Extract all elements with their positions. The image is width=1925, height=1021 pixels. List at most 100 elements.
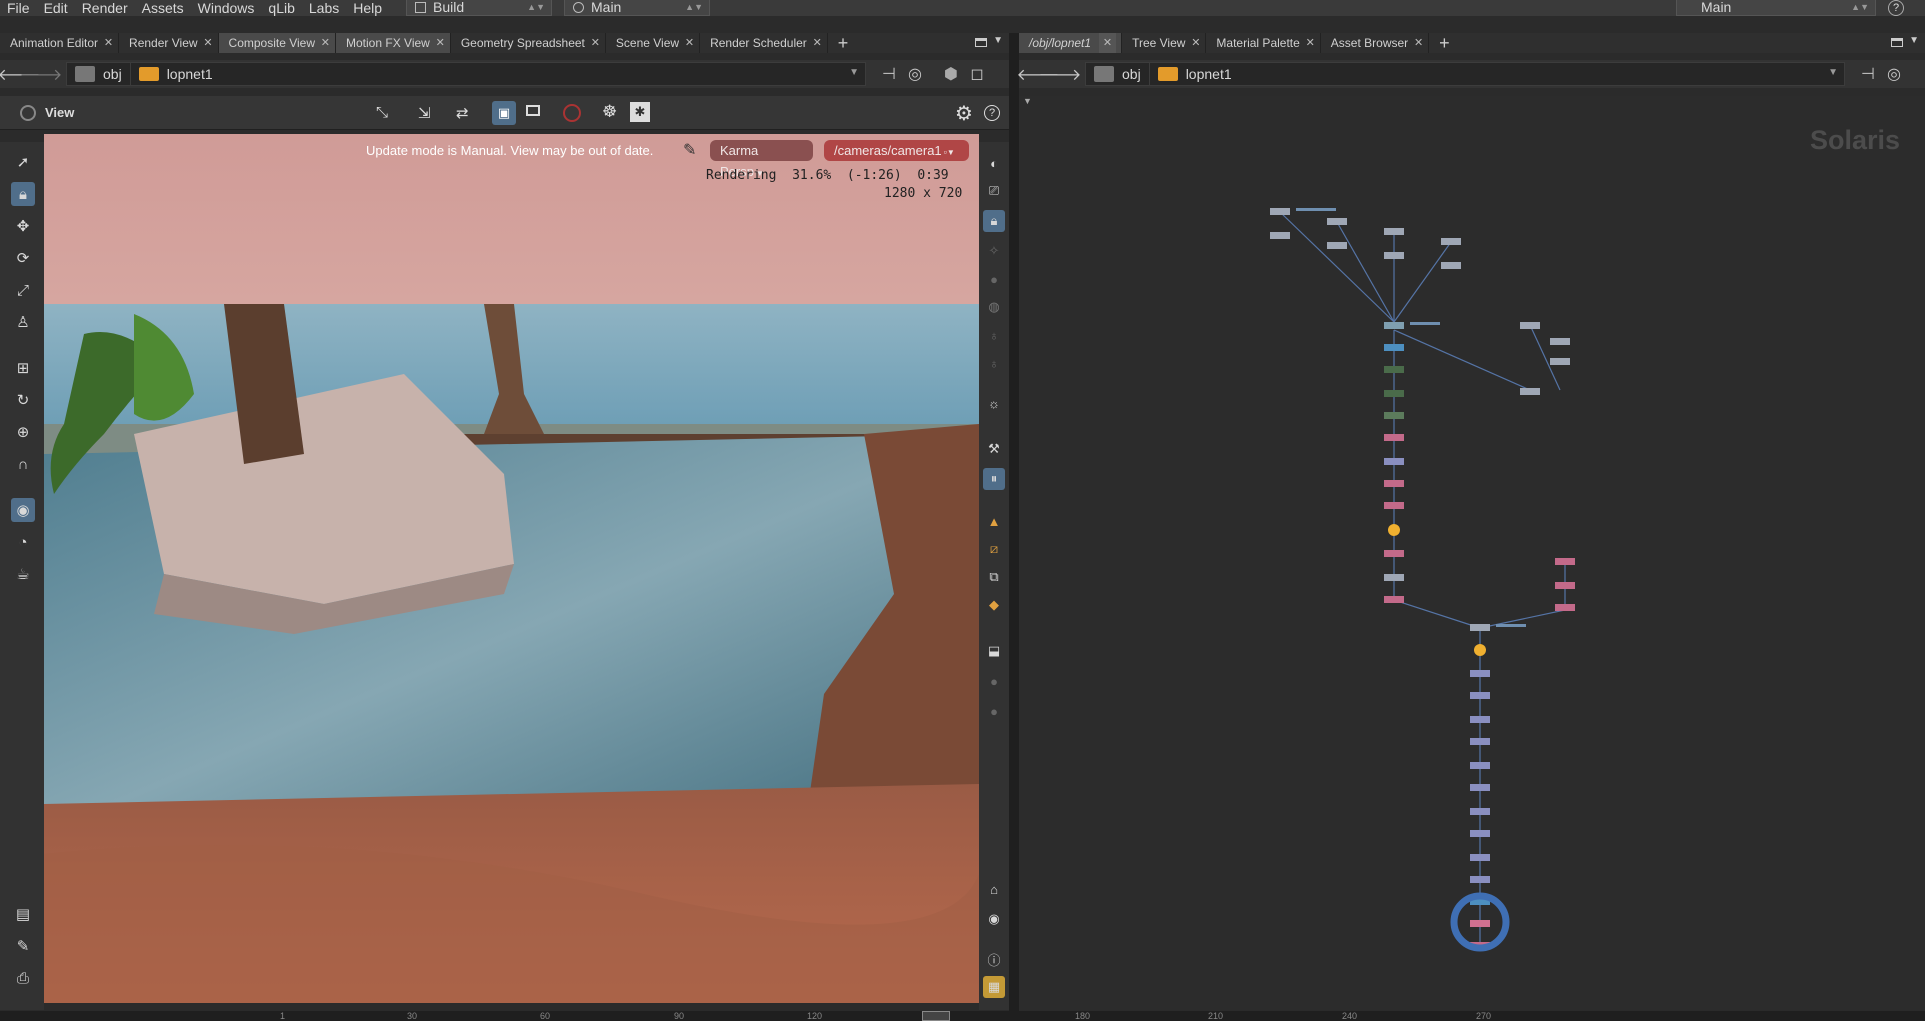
close-icon[interactable]: ✕ [685,33,694,53]
pause-icon[interactable]: ⏸ [983,468,1005,490]
tab-composite-view[interactable]: Composite View ✕ [218,33,337,53]
graph-node[interactable] [1470,762,1490,769]
add-tab-icon[interactable]: + [828,33,859,54]
graph-node[interactable] [1470,808,1490,815]
light-off-icon[interactable]: ♁ [983,352,1005,374]
print-icon[interactable]: ⎙ [11,966,35,990]
eye-icon[interactable]: ◐ [983,152,1005,174]
graph-node[interactable] [1470,854,1490,861]
cube-view-icon[interactable]: ⬓ [983,640,1005,662]
graph-node[interactable] [1550,358,1570,365]
desktop-combo[interactable]: Build ▲▼ [406,0,552,16]
rotate-tool-icon[interactable]: ⟳ [11,246,35,270]
path-breadcrumb[interactable]: obj lopnet1 ▼ [66,62,866,86]
bulb-icon[interactable]: ♁ [983,324,1005,346]
context-combo[interactable]: Main ▲▼ [564,0,710,16]
graph-node[interactable] [1384,322,1404,329]
chevron-down-icon[interactable]: ▼ [1828,67,1838,78]
notes-icon[interactable]: ✎ [11,934,35,958]
graph-node[interactable] [1384,434,1404,441]
forward-arrow-icon[interactable]: 🡒 [1039,63,1082,85]
frustum-icon[interactable]: ⧄ [983,538,1005,560]
graph-node[interactable] [1470,876,1490,883]
graph-node[interactable] [1470,830,1490,837]
light-tool-icon[interactable]: ☕ [11,562,35,586]
stop-render-icon[interactable] [563,104,581,122]
visibility-icon[interactable]: ◉ [983,908,1005,930]
graph-node[interactable] [1555,604,1575,611]
gear-icon[interactable]: ⚙ [955,101,973,126]
renderer-menu[interactable]: Karma Persp ▼ [710,140,813,179]
right-combo[interactable]: Main ▲▼ [1676,0,1876,16]
graph-node[interactable] [1384,480,1404,487]
pane-menu-icon[interactable] [975,38,987,47]
menu-help[interactable]: Help [346,0,389,16]
rotate-handle-icon[interactable]: ↻ [11,388,35,412]
graph-node[interactable] [1270,232,1290,239]
menu-file[interactable]: File [0,0,37,16]
graph-node[interactable] [1384,502,1404,509]
graph-node[interactable] [1384,550,1404,557]
menu-windows[interactable]: Windows [191,0,262,16]
close-icon[interactable]: ✕ [1191,33,1200,53]
camera-lock-icon[interactable]: ⎚ [983,180,1005,202]
cube-icon[interactable]: ⬢ [940,63,962,85]
bucket-icon[interactable]: ⌂ [983,878,1005,900]
graph-node[interactable] [1474,644,1486,656]
close-icon[interactable]: ✕ [1306,33,1315,53]
graph-node[interactable] [1441,262,1461,269]
menu-edit[interactable]: Edit [37,0,75,16]
tab-asset-browser[interactable]: Asset Browser ✕ [1321,33,1430,53]
graph-node[interactable] [1384,390,1404,397]
graph-node[interactable] [1555,558,1575,565]
timeline-bar[interactable]: 1 30 60 90 120 180 210 240 270 [0,1011,1925,1021]
close-icon[interactable]: ✕ [1414,33,1423,53]
graph-node[interactable] [1520,388,1540,395]
menu-assets[interactable]: Assets [135,0,191,16]
maximize-icon[interactable]: ◻ [966,63,988,85]
camera-menu[interactable]: /cameras/camera1 ▫▼ [824,140,969,161]
display-options-icon[interactable] [526,105,540,116]
graph-node[interactable] [1384,344,1404,351]
menu-qlib[interactable]: qLib [261,0,301,16]
graph-node[interactable] [1327,242,1347,249]
help-icon[interactable]: ? [1888,0,1904,16]
link-icon[interactable]: ◎ [1883,63,1905,85]
graph-node[interactable] [1384,574,1404,581]
tab-motion-fx-view[interactable]: Motion FX View ✕ [336,33,451,53]
graph-node[interactable] [1470,624,1490,631]
link-icon[interactable]: ◎ [904,63,926,85]
move-tool-icon[interactable]: ✥ [11,214,35,238]
pin-icon[interactable]: ⊣ [1857,63,1879,85]
dot-icon[interactable]: ● [983,700,1005,722]
menu-render[interactable]: Render [75,0,135,16]
tab-geometry-spreadsheet[interactable]: Geometry Spreadsheet ✕ [451,33,606,53]
chevron-down-icon[interactable]: ▼ [849,67,859,78]
forward-arrow-icon[interactable]: 🡒 [20,63,63,85]
pose-tool-icon[interactable]: ♙ [11,310,35,334]
camera-view-icon[interactable]: ▣ [492,101,516,125]
tab-network-path[interactable]: /obj/lopnet1 ✕ [1019,33,1123,53]
graph-node[interactable] [1384,596,1404,603]
graph-node[interactable] [1388,524,1400,536]
graph-node[interactable] [1470,692,1490,699]
tab-material-palette[interactable]: Material Palette ✕ [1206,33,1321,53]
dot-icon[interactable]: ● [983,670,1005,692]
pin-icon[interactable]: ⊣ [878,63,900,85]
orbit-tool-icon[interactable]: ◔ [11,530,35,554]
select-tool-icon[interactable]: ➚ [11,150,35,174]
tab-scene-view[interactable]: Scene View ✕ [606,33,701,53]
headlight-icon[interactable]: ☼ [983,392,1005,414]
graph-node[interactable] [1550,338,1570,345]
scale-handle-icon[interactable]: ⊕ [11,420,35,444]
view-tool-icon[interactable]: ◉ [11,498,35,522]
graph-node[interactable] [1470,784,1490,791]
chevron-down-icon[interactable]: ▼ [993,35,1003,46]
network-icon[interactable]: ⧉ [983,566,1005,588]
close-icon[interactable]: ✕ [813,33,822,53]
menu-labs[interactable]: Labs [302,0,346,16]
graph-node[interactable] [1470,738,1490,745]
wrench-icon[interactable]: ⚒ [983,438,1005,460]
graph-node[interactable] [1470,716,1490,723]
graph-node[interactable] [1327,218,1347,225]
